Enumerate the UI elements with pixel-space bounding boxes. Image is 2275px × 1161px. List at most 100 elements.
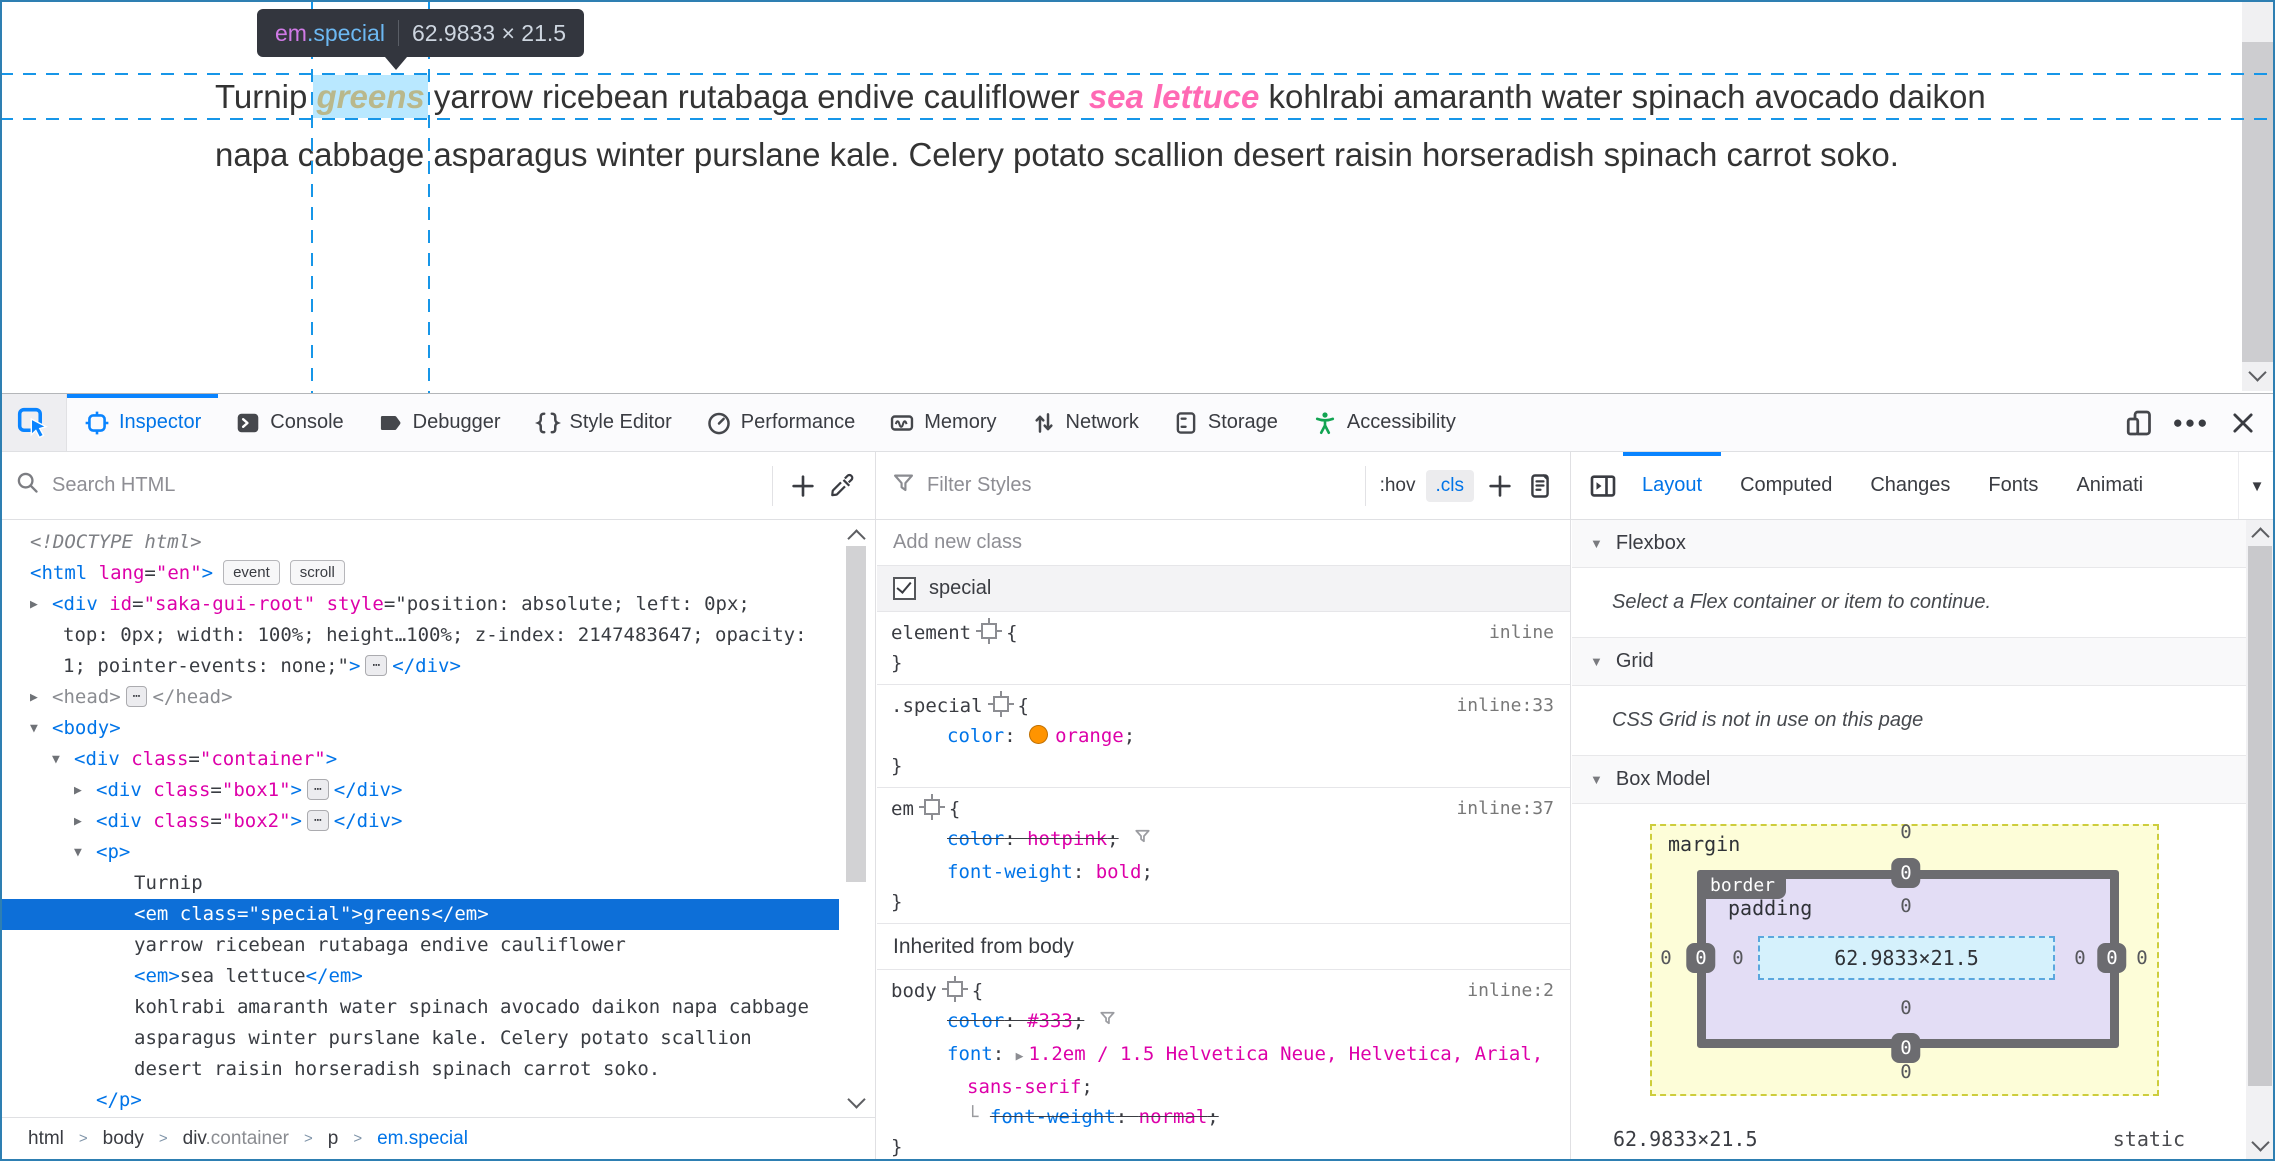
grid-section-header[interactable]: ▼ Grid — [1572, 638, 2275, 686]
margin-bottom-value[interactable]: 0 — [1900, 1061, 1911, 1083]
border-left-value[interactable]: 0 — [1686, 943, 1716, 973]
border-right-value[interactable]: 0 — [2097, 943, 2127, 973]
property-value[interactable]: normal — [1139, 1106, 1208, 1128]
new-style-sheet-icon[interactable] — [1520, 464, 1560, 508]
margin-top-value[interactable]: 0 — [1900, 821, 1911, 843]
filter-styles-input[interactable]: Filter Styles — [927, 474, 1355, 497]
selector-highlighter-icon[interactable] — [918, 794, 945, 820]
tree-row[interactable]: 1; pointer-events: none;"> ⋯ </div> — [0, 651, 839, 682]
toggle-pseudo-classes-button[interactable]: :hov — [1376, 470, 1420, 502]
padding-top-value[interactable]: 0 — [1900, 895, 1911, 917]
tab-debugger[interactable]: Debugger — [361, 394, 518, 451]
tree-row[interactable]: </p> — [0, 1085, 839, 1116]
add-rule-button[interactable] — [1480, 464, 1520, 508]
margin-left-value[interactable]: 0 — [1660, 947, 1671, 969]
tab-performance[interactable]: Performance — [689, 394, 873, 451]
property-name[interactable]: color — [947, 1010, 1004, 1032]
property-name[interactable]: font-weight — [990, 1106, 1116, 1128]
expand-arrow-icon[interactable]: ▶ — [74, 806, 82, 837]
close-devtools-button[interactable] — [2221, 401, 2265, 445]
scroll-up-icon[interactable] — [2251, 527, 2270, 546]
rule-location-link[interactable]: inline — [1489, 618, 1554, 648]
pick-element-button[interactable] — [0, 394, 67, 451]
selector-highlighter-icon[interactable] — [987, 691, 1014, 717]
tree-row[interactable]: yarrow ricebean rutabaga endive cauliflo… — [0, 930, 839, 961]
collapse-arrow-icon[interactable]: ▼ — [74, 837, 82, 868]
tree-row[interactable]: <html lang="en"> event scroll — [0, 558, 839, 589]
page-scrollbar[interactable] — [2242, 2, 2273, 391]
tab-storage[interactable]: Storage — [1156, 394, 1295, 451]
overridden-filter-icon[interactable] — [1096, 1011, 1119, 1035]
tree-row[interactable]: desert raisin horseradish spinach carrot… — [0, 1054, 839, 1085]
sidebar-tab-animati[interactable]: Animati — [2057, 452, 2162, 519]
breadcrumb-item[interactable]: body — [103, 1128, 144, 1150]
breadcrumb-item[interactable]: html — [28, 1128, 64, 1150]
property-name[interactable]: font-weight — [947, 861, 1073, 883]
tree-row[interactable]: ▶ <head> ⋯ </head> — [0, 682, 839, 713]
collapse-arrow-icon[interactable]: ▼ — [30, 713, 38, 744]
box-model-content-box[interactable]: 62.9833×21.5 — [1758, 936, 2055, 980]
ellipsis-chip[interactable]: ⋯ — [125, 686, 148, 707]
ellipsis-chip[interactable]: ⋯ — [365, 655, 388, 676]
property-value[interactable]: orange — [1055, 725, 1124, 747]
flexbox-section-header[interactable]: ▼ Flexbox — [1572, 520, 2275, 568]
tab-memory[interactable]: Memory — [872, 394, 1013, 451]
sidebar-tab-fonts[interactable]: Fonts — [1969, 452, 2057, 519]
tree-row[interactable]: ▼ <p> — [0, 837, 839, 868]
rule-selector[interactable]: .special — [891, 695, 983, 717]
event-badge[interactable]: event — [223, 560, 280, 585]
tree-row[interactable]: Turnip — [0, 868, 839, 899]
tree-row[interactable]: ▼ <body> — [0, 713, 839, 744]
tab-styleeditor[interactable]: Style Editor — [518, 394, 689, 451]
tree-row[interactable]: ▼ <div class="container"> — [0, 744, 839, 775]
css-declaration[interactable]: font: ▶ 1.2em / 1.5 Helvetica Neue, Helve… — [891, 1039, 1556, 1102]
breadcrumb-item[interactable]: em.special — [377, 1128, 468, 1150]
ellipsis-chip[interactable]: ⋯ — [306, 779, 329, 800]
margin-right-value[interactable]: 0 — [2136, 947, 2147, 969]
expand-arrow-icon[interactable]: ▶ — [74, 775, 82, 806]
toggle-classes-button[interactable]: .cls — [1425, 469, 1474, 502]
border-top-value[interactable]: 0 — [1891, 858, 1921, 888]
expand-value-icon[interactable]: ▶ — [1016, 1049, 1024, 1064]
page-scrollbar-thumb[interactable] — [2242, 42, 2273, 362]
breadcrumb-item[interactable]: div.container — [183, 1128, 289, 1150]
meatball-menu-button[interactable]: ●●● — [2169, 401, 2213, 445]
tree-row[interactable]: asparagus winter purslane kale. Celery p… — [0, 1023, 839, 1054]
expand-arrow-icon[interactable]: ▶ — [30, 682, 38, 713]
sidebar-tab-computed[interactable]: Computed — [1721, 452, 1851, 519]
tree-row[interactable]: <em>sea lettuce</em> — [0, 961, 839, 992]
css-declaration[interactable]: └ font-weight: normal; — [891, 1102, 1556, 1132]
scroll-down-icon[interactable] — [2248, 363, 2267, 382]
expand-arrow-icon[interactable]: ▶ — [30, 589, 38, 620]
padding-right-value[interactable]: 0 — [2074, 947, 2085, 969]
property-name[interactable]: font — [947, 1043, 993, 1065]
property-name[interactable]: color — [947, 828, 1004, 850]
property-value[interactable]: bold — [1096, 861, 1142, 883]
sidebar-tab-layout[interactable]: Layout — [1623, 452, 1722, 519]
tree-scrollbar-thumb[interactable] — [846, 546, 866, 882]
tree-row[interactable]: <!DOCTYPE html> — [0, 527, 839, 558]
toggle-sidebar-icon[interactable] — [1583, 464, 1623, 508]
rule-selector[interactable]: element — [891, 622, 971, 644]
layout-scrollbar[interactable] — [2246, 520, 2274, 1159]
tree-scrollbar[interactable] — [839, 520, 874, 1116]
tree-row[interactable]: ▶ <div id="saka-gui-root" style="position… — [0, 589, 839, 620]
selector-highlighter-icon[interactable] — [941, 976, 968, 1002]
css-declaration[interactable]: color: #333; — [891, 1006, 1556, 1039]
responsive-design-mode-button[interactable] — [2117, 401, 2161, 445]
css-declaration[interactable]: color: orange; — [891, 721, 1556, 751]
add-new-class-input[interactable]: Add new class — [877, 520, 1570, 566]
tree-row[interactable]: <em class="special">greens</em> — [0, 899, 839, 930]
collapse-arrow-icon[interactable]: ▼ — [52, 744, 60, 775]
search-input[interactable]: Search HTML — [52, 474, 762, 497]
color-swatch[interactable] — [1029, 725, 1049, 744]
css-declaration[interactable]: font-weight: bold; — [891, 857, 1556, 887]
selector-highlighter-icon[interactable] — [976, 618, 1003, 644]
property-value[interactable]: 1.2em / 1.5 Helvetica Neue, Helvetica, A… — [967, 1043, 1543, 1098]
tab-network[interactable]: Network — [1014, 394, 1156, 451]
sidebar-tab-changes[interactable]: Changes — [1851, 452, 1969, 519]
rule-selector[interactable]: body — [891, 980, 937, 1002]
rule-location-link[interactable]: inline:37 — [1456, 794, 1554, 824]
padding-bottom-value[interactable]: 0 — [1900, 997, 1911, 1019]
scroll-down-icon[interactable] — [2251, 1133, 2270, 1152]
